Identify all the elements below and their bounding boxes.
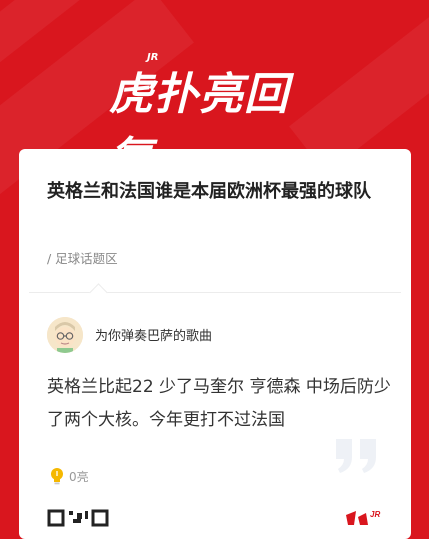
reply-card: 英格兰和法国谁是本届欧洲杯最强的球队 / 足球话题区 为你弹奏巴萨的歌曲 英格兰…: [19, 149, 411, 539]
topic-link[interactable]: / 足球话题区: [47, 248, 118, 267]
likes-count: 0亮: [69, 470, 89, 484]
avatar[interactable]: [47, 317, 83, 353]
username[interactable]: 为你弹奏巴萨的歌曲: [95, 325, 212, 344]
divider: [29, 292, 401, 293]
divider-notch: [89, 283, 108, 302]
avatar-face-icon: [47, 317, 83, 353]
svg-text:JR: JR: [370, 510, 380, 519]
qr-code: [47, 507, 117, 527]
post-title[interactable]: 英格兰和法国谁是本届欧洲杯最强的球队: [47, 177, 392, 206]
like-button[interactable]: 0亮: [49, 467, 89, 485]
reply-content: 英格兰比起22 少了马奎尔 亨德森 中场后防少了两个大核。今年更打不过法国: [47, 377, 391, 430]
brand-mark-icon: JR: [342, 507, 382, 527]
lightbulb-icon: [51, 468, 63, 485]
quote-icon: [332, 435, 382, 479]
app-logo: JR 虎扑亮回复: [109, 52, 321, 184]
